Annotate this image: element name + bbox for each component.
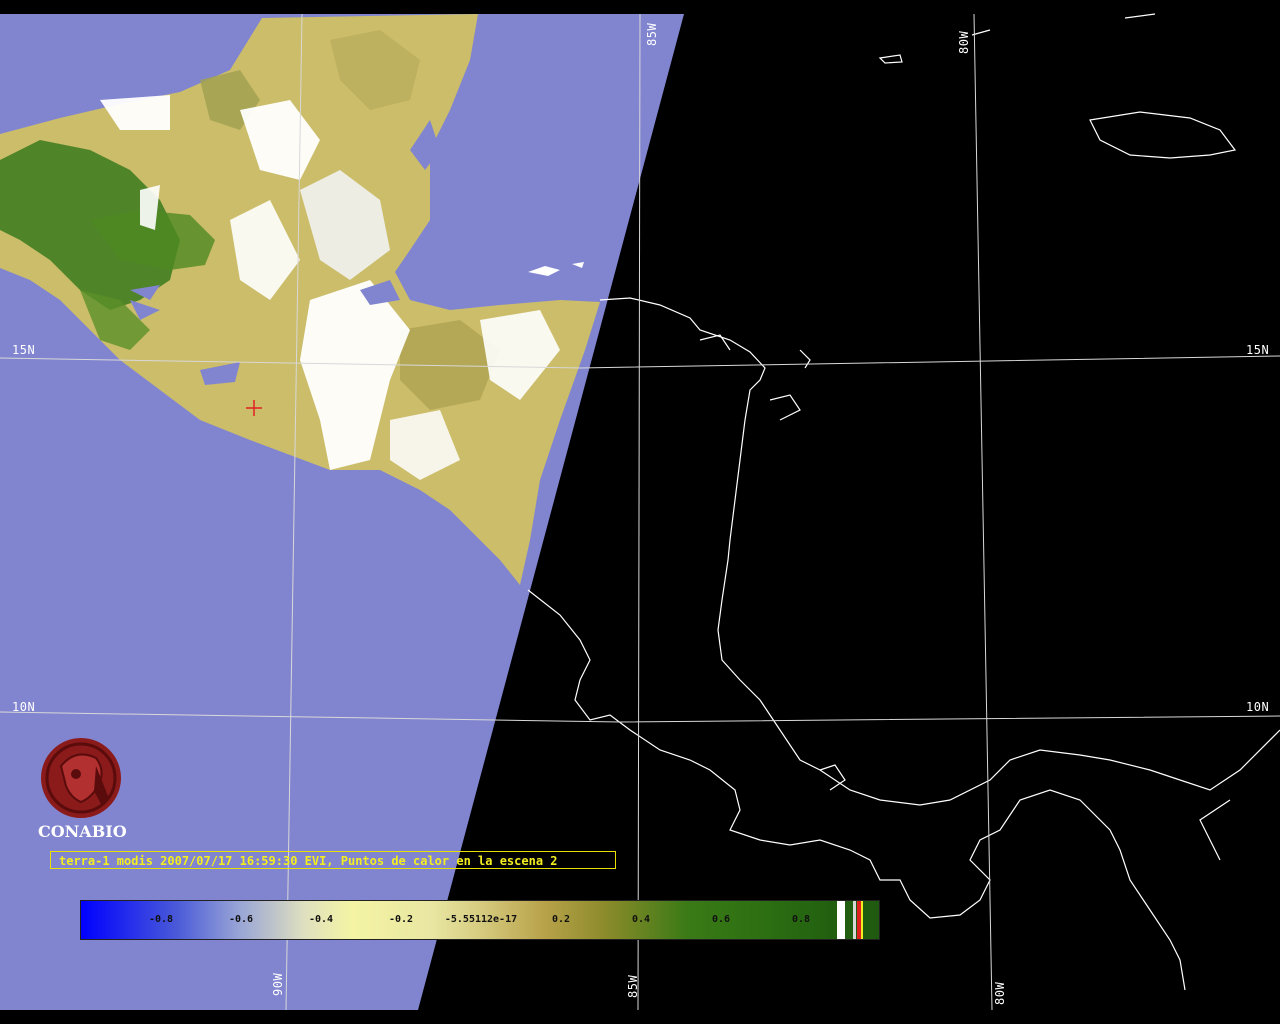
colorbar-tick-label: -0.2	[388, 914, 414, 925]
lon-label-85w-bottom: 85W	[626, 974, 640, 998]
colorbar-tick-label: 0.8	[791, 914, 811, 925]
colorbar-tick-label: -0.8	[148, 914, 174, 925]
satellite-map	[0, 0, 1280, 1024]
colorbar-tick-label: -0.4	[308, 914, 334, 925]
lon-label-80w-bottom: 80W	[993, 981, 1007, 1005]
colorbar-tick-label: -5.55112e-17	[444, 914, 518, 925]
logo-text: CONABIO	[38, 822, 127, 841]
lon-label-90w-bottom: 90W	[271, 972, 285, 996]
colorbar-cloud-stripe	[853, 901, 856, 939]
colorbar-yellow-stripe	[861, 901, 863, 939]
colorbar-tick-label: 0.4	[631, 914, 651, 925]
lon-label-80w-top: 80W	[957, 30, 971, 54]
scene-caption: terra-1 modis 2007/07/17 16:59:30 EVI, P…	[50, 851, 616, 869]
lat-label-10n-right: 10N	[1246, 700, 1270, 714]
evi-colorbar: -0.8 -0.6 -0.4 -0.2 -5.55112e-17 0.2 0.4 0.6 0.8	[80, 900, 880, 940]
conabio-logo-icon	[41, 738, 121, 818]
lat-label-15n-left: 15N	[12, 343, 36, 357]
colorbar-tick-label: 0.2	[551, 914, 571, 925]
colorbar-no-data-stripe	[837, 901, 845, 939]
lat-label-15n-right: 15N	[1246, 343, 1270, 357]
colorbar-tick-label: -0.6	[228, 914, 254, 925]
lat-label-10n-left: 10N	[12, 700, 36, 714]
colorbar-tick-label: 0.6	[711, 914, 731, 925]
lon-label-85w-top: 85W	[645, 22, 659, 46]
